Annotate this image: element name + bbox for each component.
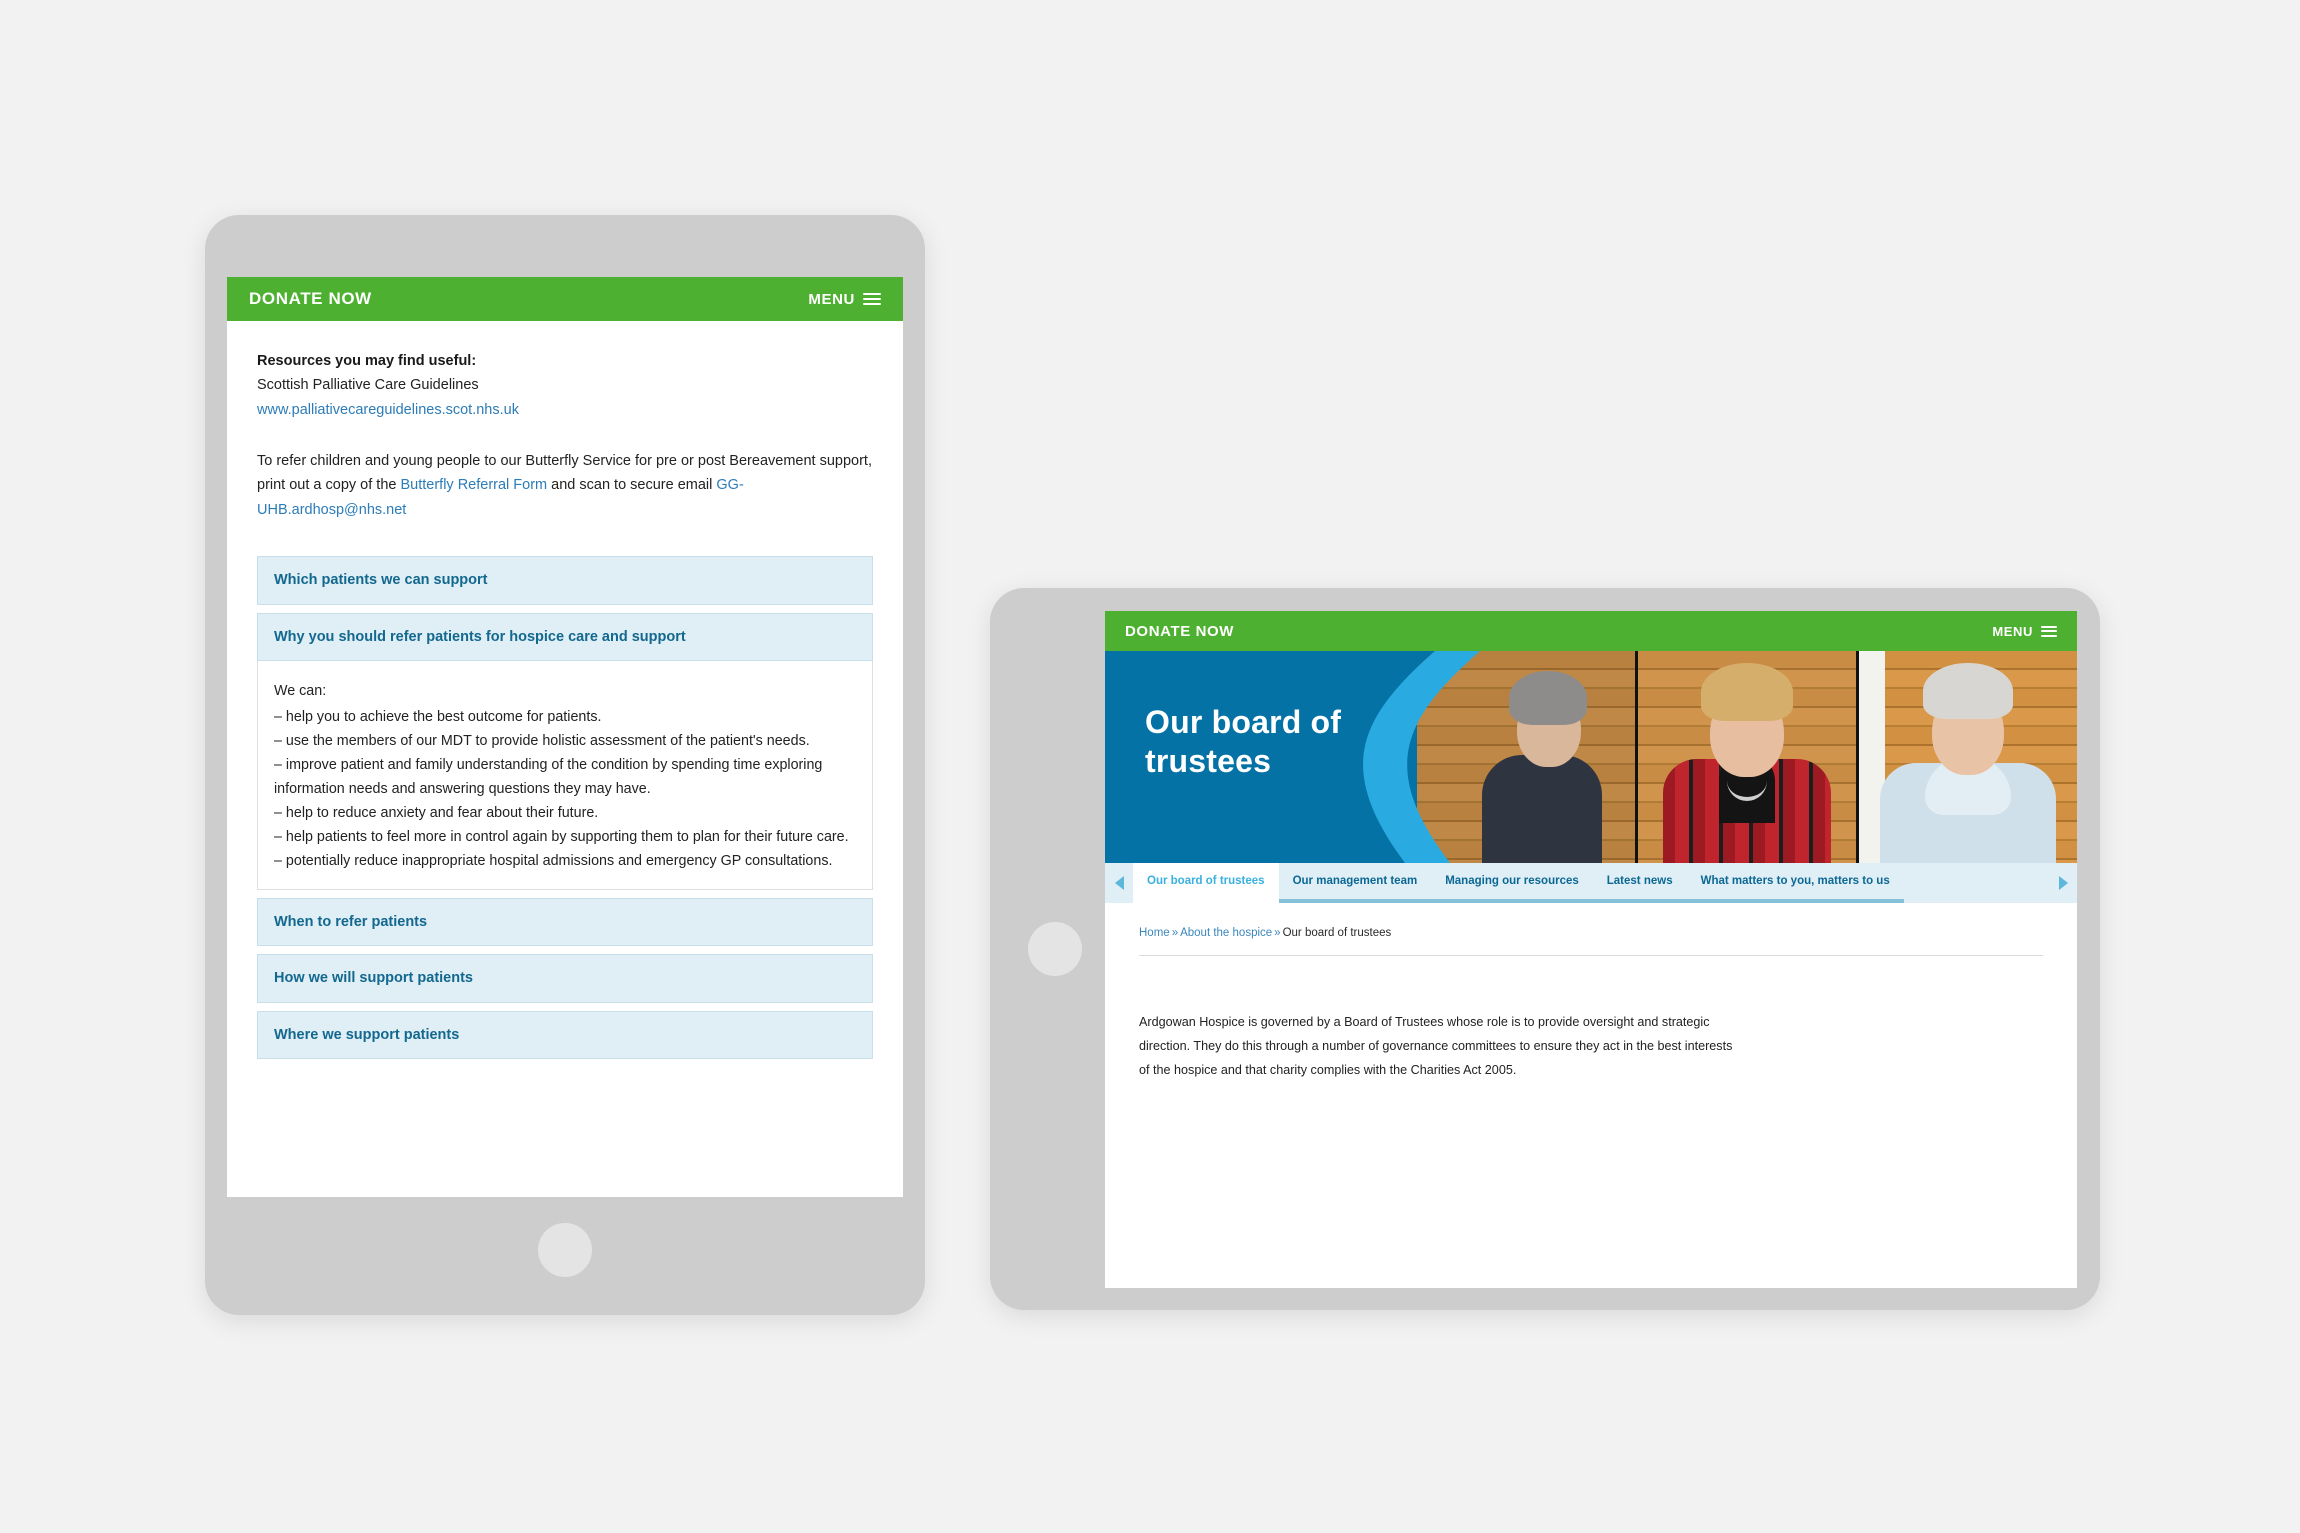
referral-text-part-2: and scan to secure email bbox=[547, 477, 717, 494]
hero-title-line-2: trustees bbox=[1145, 743, 1272, 780]
hero-title-line-1: Our board of bbox=[1145, 704, 1342, 740]
accordion-item-which-patients: Which patients we can support bbox=[257, 556, 873, 605]
breadcrumb: Home» About the hospice» Our board of trus… bbox=[1139, 927, 2043, 939]
accordion-header[interactable]: When to refer patients bbox=[257, 898, 873, 947]
breadcrumb-separator: » bbox=[1171, 927, 1179, 939]
tablet-device-landscape: DONATE NOW MENU Our board of trustees Ou… bbox=[990, 588, 2100, 1310]
donate-now-button[interactable]: DONATE NOW bbox=[1125, 623, 1234, 640]
section-tab-bar: Our board of trustees Our management tea… bbox=[1105, 863, 2077, 903]
chevron-left-icon bbox=[1114, 876, 1124, 890]
horizontal-divider bbox=[1139, 955, 2043, 956]
accordion-header[interactable]: Where we support patients bbox=[257, 1010, 873, 1060]
hamburger-icon bbox=[863, 290, 881, 308]
tab-what-matters-to-you[interactable]: What matters to you, matters to us bbox=[1686, 863, 1904, 903]
menu-label: MENU bbox=[808, 290, 855, 308]
tablet-home-button[interactable] bbox=[538, 1223, 592, 1277]
hero-photo-trustee-3 bbox=[1856, 651, 2077, 863]
accordion-body-item: – use the members of our MDT to provide … bbox=[274, 732, 810, 749]
butterfly-referral-paragraph: To refer children and young people to ou… bbox=[257, 449, 873, 522]
resources-subtitle: Scottish Palliative Care Guidelines bbox=[257, 377, 479, 394]
menu-button[interactable]: MENU bbox=[1992, 623, 2057, 639]
accordion-body-lead: We can: bbox=[274, 682, 327, 699]
breadcrumb-home-link[interactable]: Home bbox=[1139, 927, 1170, 939]
hero-photo-trustee-1 bbox=[1417, 651, 1635, 863]
accordion-item-why-refer: Why you should refer patients for hospic… bbox=[257, 612, 873, 890]
hero-photo-strip bbox=[1417, 651, 2077, 863]
hero-banner: Our board of trustees bbox=[1105, 651, 2077, 863]
accordion-body-item: – potentially reduce inappropriate hospi… bbox=[274, 852, 833, 869]
left-page-content: Resources you may find useful: Scottish … bbox=[227, 321, 903, 1060]
accordion-body-item: – improve patient and family understandi… bbox=[274, 756, 823, 797]
hero-photo-trustee-2 bbox=[1635, 651, 1856, 863]
tablet-device-portrait: DONATE NOW MENU Resources you may find u… bbox=[205, 215, 925, 1315]
chevron-right-icon bbox=[2058, 876, 2068, 890]
hero-title: Our board of trustees bbox=[1145, 703, 1341, 781]
tabs-prev-button[interactable] bbox=[1105, 863, 1133, 903]
body-paragraph: Ardgowan Hospice is governed by a Board … bbox=[1139, 1015, 1733, 1078]
resources-heading: Resources you may find useful: bbox=[257, 353, 477, 369]
accordion-body-item: – help to reduce anxiety and fear about … bbox=[274, 804, 599, 821]
donate-now-button[interactable]: DONATE NOW bbox=[249, 289, 372, 309]
right-page-content: Home» About the hospice» Our board of trus… bbox=[1105, 903, 2077, 1083]
tabs-next-button[interactable] bbox=[2049, 863, 2077, 903]
accordion-header[interactable]: Why you should refer patients for hospic… bbox=[257, 612, 873, 661]
accordion-list: Which patients we can support Why you sh… bbox=[257, 556, 873, 1060]
accordion-item-where-we-support: Where we support patients bbox=[257, 1010, 873, 1060]
accordion-body-item: – help you to achieve the best outcome f… bbox=[274, 708, 602, 725]
site-header-bar-right: DONATE NOW MENU bbox=[1105, 611, 2077, 651]
breadcrumb-separator: » bbox=[1274, 927, 1281, 939]
page-canvas: DONATE NOW MENU Resources you may find u… bbox=[0, 0, 2300, 1533]
tablet-right-screen: DONATE NOW MENU Our board of trustees Ou… bbox=[1105, 611, 2077, 1288]
hamburger-icon bbox=[2041, 623, 2057, 639]
breadcrumb-parent-link[interactable]: About the hospice bbox=[1180, 927, 1272, 939]
menu-label: MENU bbox=[1992, 623, 2033, 639]
butterfly-referral-form-link[interactable]: Butterfly Referral Form bbox=[400, 477, 547, 493]
tab-our-board-of-trustees[interactable]: Our board of trustees bbox=[1133, 863, 1279, 903]
accordion-panel: We can: – help you to achieve the best o… bbox=[257, 660, 873, 890]
breadcrumb-current-page: Our board of trustees bbox=[1282, 927, 1392, 939]
palliative-guidelines-link[interactable]: www.palliativecareguidelines.scot.nhs.uk bbox=[257, 402, 519, 418]
accordion-body-item: – help patients to feel more in control … bbox=[274, 828, 849, 845]
menu-button[interactable]: MENU bbox=[808, 290, 881, 308]
accordion-item-how-we-support: How we will support patients bbox=[257, 954, 873, 1003]
accordion-item-when-to-refer: When to refer patients bbox=[257, 898, 873, 947]
site-header-bar-left: DONATE NOW MENU bbox=[227, 277, 903, 321]
accordion-header[interactable]: How we will support patients bbox=[257, 954, 873, 1003]
tab-our-management-team[interactable]: Our management team bbox=[1278, 863, 1432, 903]
accordion-header[interactable]: Which patients we can support bbox=[257, 556, 873, 605]
tab-list: Our board of trustees Our management tea… bbox=[1133, 863, 2049, 903]
tablet-home-button[interactable] bbox=[1028, 922, 1082, 976]
tab-managing-our-resources[interactable]: Managing our resources bbox=[1431, 863, 1593, 903]
tablet-left-screen: DONATE NOW MENU Resources you may find u… bbox=[227, 277, 903, 1197]
tab-latest-news[interactable]: Latest news bbox=[1592, 863, 1687, 903]
